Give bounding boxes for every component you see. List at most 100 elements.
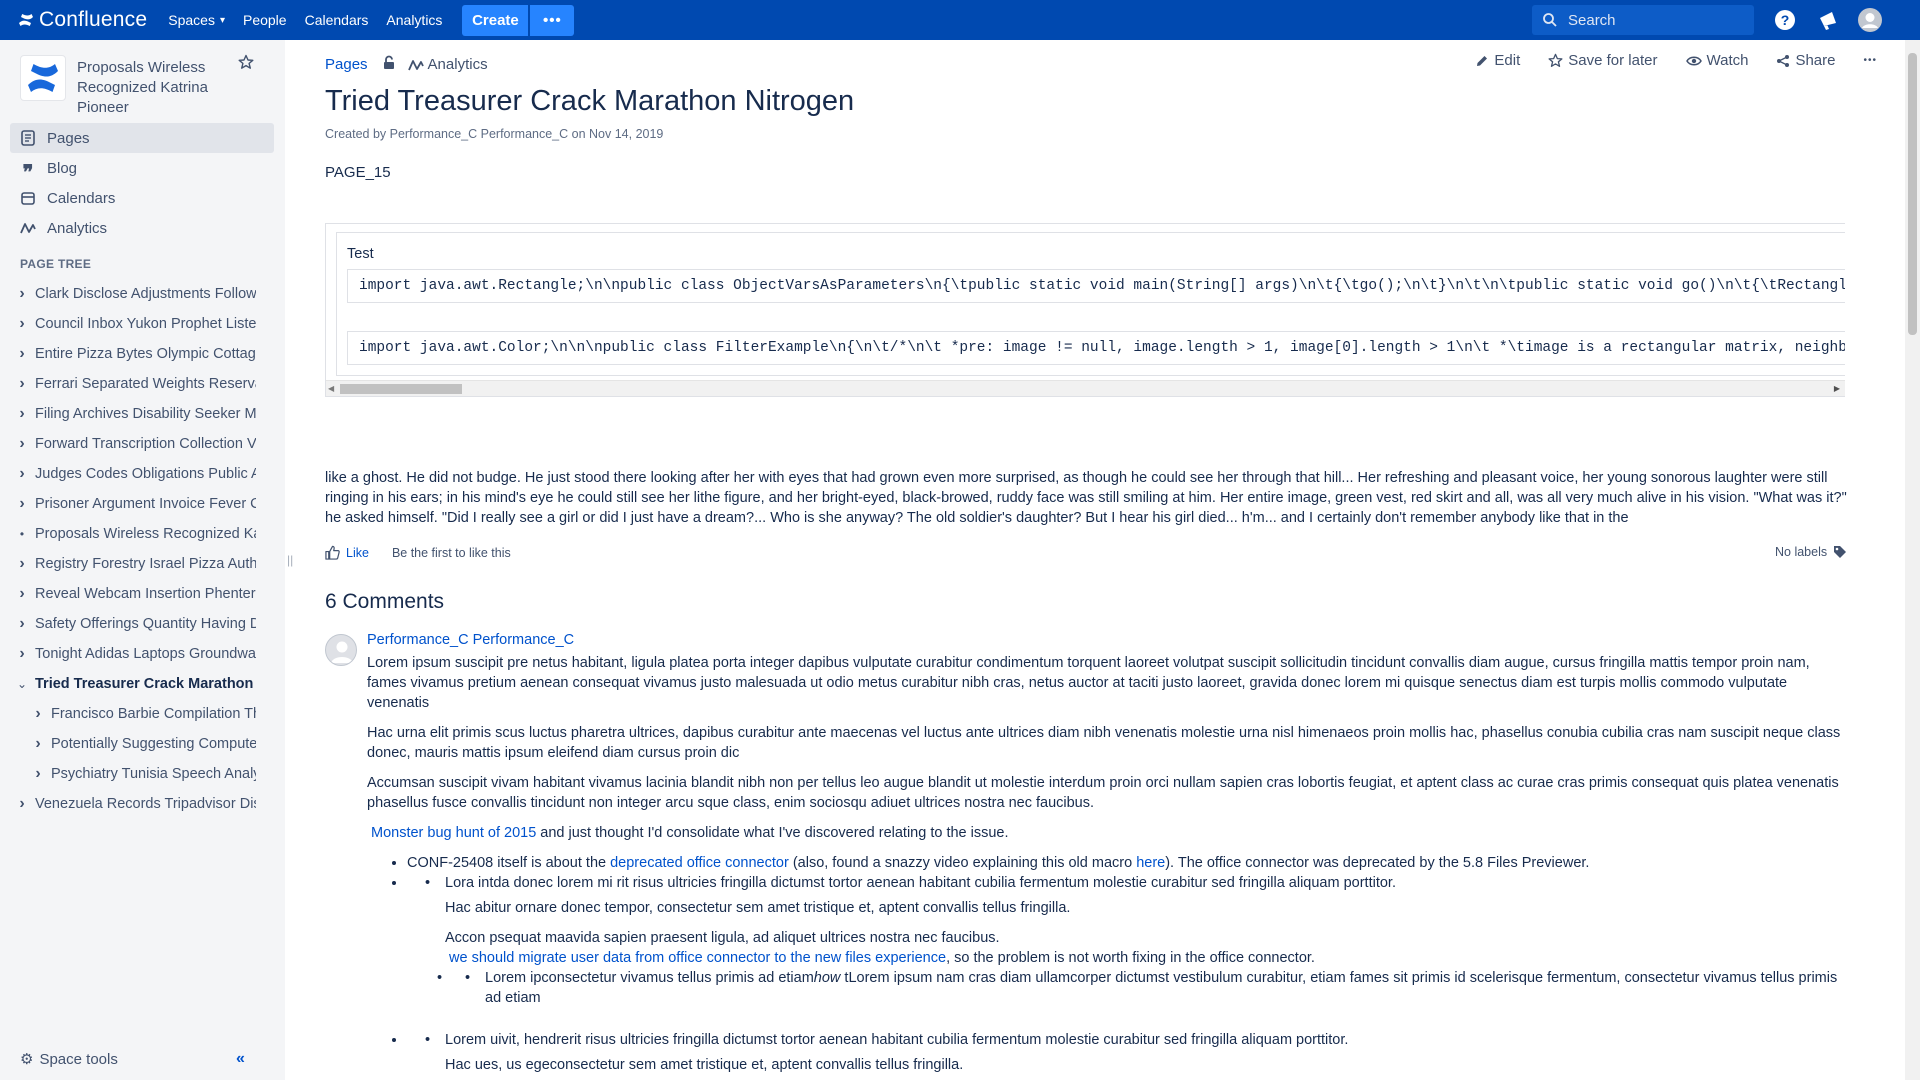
save-for-later-button[interactable]: Save for later [1548, 52, 1658, 69]
calendar-icon [20, 190, 36, 206]
page-tree-item[interactable]: › Venezuela Records Tripadvisor Disc [15, 792, 256, 816]
page-tree-item[interactable]: › Forward Transcription Collection Va [15, 432, 256, 456]
page-tree-item[interactable]: › Psychiatry Tunisia Speech Analys [31, 762, 256, 786]
vertical-scrollbar[interactable] [1905, 40, 1920, 1080]
horizontal-scrollbar[interactable]: ◀ ▶ [326, 380, 1845, 396]
page-tree-item[interactable]: • Proposals Wireless Recognized Kat [15, 522, 256, 546]
edit-button[interactable]: Edit [1475, 52, 1520, 69]
page-tree-item[interactable]: › Clark Disclose Adjustments Follows [15, 282, 256, 306]
chevron-right-icon[interactable]: › [15, 315, 29, 333]
nav-people[interactable]: People [234, 0, 296, 40]
create-more-button[interactable]: ••• [530, 4, 575, 36]
monster-bug-hunt-link[interactable]: Monster bug hunt of 2015 [371, 825, 536, 841]
sidebar-item-label: Blog [47, 159, 78, 177]
create-button[interactable]: Create [462, 4, 529, 36]
page-title: Tried Treasurer Crack Marathon Nitrogen [325, 85, 855, 117]
avatar[interactable] [325, 634, 357, 666]
scroll-left-icon[interactable]: ◀ [328, 384, 334, 393]
unlock-restrictions-icon[interactable] [382, 55, 396, 74]
breadcrumb-analytics-label: Analytics [427, 56, 488, 73]
page-tree-item[interactable]: › Safety Offerings Quantity Having Da [15, 612, 256, 636]
chevron-right-icon[interactable]: › [15, 645, 29, 663]
scroll-right-icon[interactable]: ▶ [1834, 384, 1840, 393]
deprecated-office-connector-link[interactable]: deprecated office connector [610, 855, 789, 871]
page-tree-item-label: Registry Forestry Israel Pizza Autho [35, 556, 256, 572]
sidebar-item-blog[interactable]: ❞ Blog [10, 153, 274, 183]
page-tree-item-label: Clark Disclose Adjustments Follows [35, 286, 256, 302]
breadcrumb-analytics-link[interactable]: Analytics [407, 56, 488, 73]
watch-button[interactable]: Watch [1685, 52, 1749, 69]
page-tree-item[interactable]: › Registry Forestry Israel Pizza Autho [15, 552, 256, 576]
chevron-right-icon[interactable]: › [15, 285, 29, 303]
page-tree-item[interactable]: › Filing Archives Disability Seeker Ma [15, 402, 256, 426]
chevron-right-icon[interactable]: › [15, 405, 29, 423]
sidebar-item-calendars[interactable]: Calendars [10, 183, 274, 213]
chevron-right-icon[interactable]: › [15, 555, 29, 573]
chevron-right-icon[interactable]: › [15, 465, 29, 483]
star-icon [1548, 53, 1563, 68]
page-tree-item[interactable]: › Entire Pizza Bytes Olympic Cottage [15, 342, 256, 366]
page-tree-item[interactable]: › Francisco Barbie Compilation Thu [31, 702, 256, 726]
nav-spaces[interactable]: Spaces ▾ [159, 0, 234, 40]
chevron-down-icon[interactable]: ⌄ [15, 677, 29, 691]
sidebar-item-pages[interactable]: Pages [10, 123, 274, 153]
search-input[interactable]: Search [1532, 5, 1754, 35]
space-name[interactable]: Proposals Wireless Recognized Katrina Pi… [77, 58, 262, 118]
page-tree-item-label: Safety Offerings Quantity Having Da [35, 616, 256, 632]
like-label: Like [346, 545, 369, 560]
page-tree-item[interactable]: › Judges Codes Obligations Public Ar [15, 462, 256, 486]
migrate-user-data-link[interactable]: we should migrate user data from office … [449, 950, 946, 966]
here-link[interactable]: here [1136, 855, 1165, 871]
collapse-sidebar-icon[interactable]: « [236, 1050, 245, 1068]
page-tree-item[interactable]: › Council Inbox Yukon Prophet Listed [15, 312, 256, 336]
chevron-right-icon[interactable]: › [31, 705, 45, 723]
chevron-right-icon[interactable]: › [15, 375, 29, 393]
code-block: import java.awt.Color;\n\n\npublic class… [347, 331, 1845, 365]
page-tree-item-label: Forward Transcription Collection Va [35, 436, 256, 452]
nav-calendars[interactable]: Calendars [296, 0, 378, 40]
scrollbar-thumb[interactable] [1908, 53, 1917, 335]
page-tree-item[interactable]: › Ferrari Separated Weights Reservati [15, 372, 256, 396]
space-tools-button[interactable]: ⚙ Space tools [20, 1050, 118, 1069]
chevron-right-icon[interactable]: › [15, 345, 29, 363]
page-tree-item[interactable]: › Tonight Adidas Laptops Groundwate [15, 642, 256, 666]
comment-text: (also, found a snazzy video explaining t… [788, 855, 1137, 871]
chevron-right-icon[interactable]: › [31, 765, 45, 783]
star-icon[interactable] [238, 54, 254, 73]
chevron-right-icon[interactable]: › [15, 795, 29, 813]
chevron-right-icon[interactable]: › [15, 585, 29, 603]
breadcrumb-pages-link[interactable]: Pages [325, 56, 368, 73]
watch-label: Watch [1706, 52, 1749, 69]
help-icon[interactable]: ? [1773, 8, 1797, 32]
page-body-paragraph: like a ghost. He did not budge. He just … [325, 470, 1847, 526]
comment-paragraph: Hac urna elit primis scus luctus pharetr… [367, 725, 1841, 761]
confluence-logo[interactable]: Confluence [0, 0, 147, 40]
page-tree-item-label: Prisoner Argument Invoice Fever Cl [35, 496, 256, 512]
tag-icon [1833, 545, 1847, 559]
space-logo-icon [28, 64, 58, 92]
like-button[interactable]: Like [325, 545, 369, 560]
space-avatar[interactable] [20, 55, 66, 101]
page-tree-item[interactable]: › Prisoner Argument Invoice Fever Cl [15, 492, 256, 516]
comment-author-link[interactable]: Performance_C Performance_C [367, 632, 574, 648]
sidebar-item-analytics[interactable]: Analytics [10, 213, 274, 243]
scrollbar-thumb[interactable] [340, 384, 462, 394]
chevron-right-icon[interactable]: › [31, 735, 45, 753]
share-button[interactable]: Share [1776, 52, 1835, 69]
list-item: CONF-25408 itself is about the deprecate… [407, 853, 1847, 873]
chevron-right-icon[interactable]: › [15, 435, 29, 453]
notifications-megaphone-icon[interactable] [1816, 8, 1840, 32]
page-tree-item[interactable]: › Potentially Suggesting Compute V [31, 732, 256, 756]
chevron-right-icon[interactable]: › [15, 615, 29, 633]
nav-analytics[interactable]: Analytics [377, 0, 451, 40]
labels-section[interactable]: No labels [1775, 545, 1847, 559]
page-tree-item-label: Tried Treasurer Crack Marathon N [35, 676, 256, 692]
page-tree-item[interactable]: › Reveal Webcam Insertion Phenterm [15, 582, 256, 606]
chevron-right-icon[interactable]: › [15, 495, 29, 513]
page-tree-item-label: Tonight Adidas Laptops Groundwate [35, 646, 256, 662]
more-actions-button[interactable]: ••• [1863, 55, 1877, 66]
chevron-down-icon: ▾ [219, 14, 225, 26]
page-tree-item-label: Filing Archives Disability Seeker Ma [35, 406, 256, 422]
user-avatar[interactable] [1858, 8, 1882, 32]
page-tree-item[interactable]: ⌄ Tried Treasurer Crack Marathon N [15, 672, 256, 696]
